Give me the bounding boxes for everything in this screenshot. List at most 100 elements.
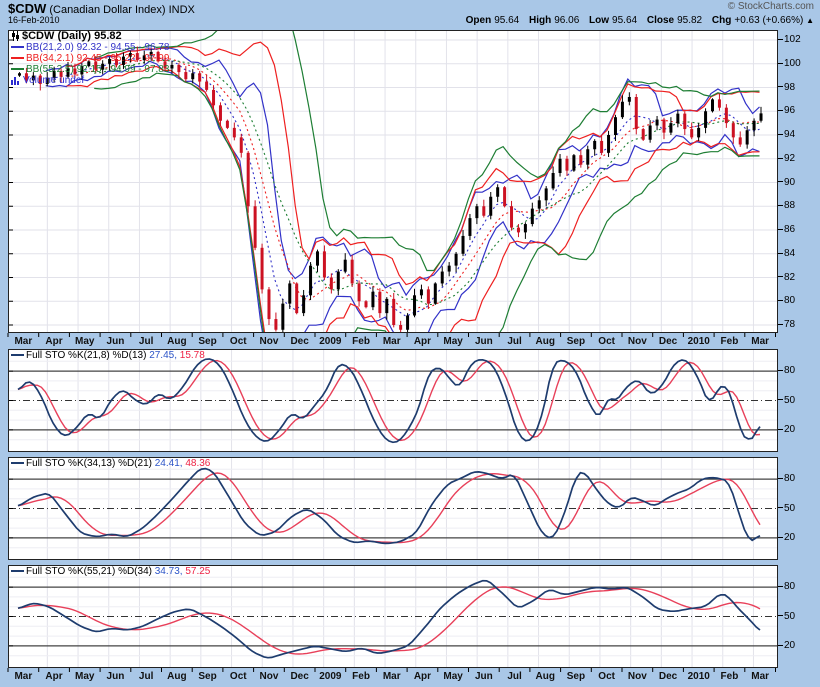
price-y-axis-label: 102 <box>778 34 801 45</box>
month-label: Aug <box>536 671 555 682</box>
candle-body <box>184 72 187 79</box>
candle-body <box>621 102 624 117</box>
candle-body <box>510 206 513 227</box>
open-value: 95.64 <box>494 15 519 26</box>
month-label: Aug <box>536 336 555 347</box>
bb34-legend-text: BB(34,2.1) 92.45 - 95.22 - 97.99 <box>26 53 169 64</box>
candle-body <box>427 289 430 303</box>
candle-body <box>219 105 222 120</box>
stoch-y-axis-label: 50 <box>778 395 795 406</box>
candlestick-icon <box>11 31 20 41</box>
month-label: Feb <box>352 336 370 347</box>
candle-body <box>746 130 749 144</box>
month-label: Aug <box>167 336 186 347</box>
candle-body <box>711 99 714 111</box>
candle-body <box>233 128 236 138</box>
candle-body <box>323 251 326 277</box>
stoch-34-13-svg <box>8 457 778 560</box>
stoch-21-8-title: Full STO %K(21,8) %D(13) <box>26 350 146 361</box>
candle-body <box>316 251 319 265</box>
month-label: Mar <box>383 671 401 682</box>
candle-body <box>559 159 562 173</box>
month-label: Mar <box>14 671 32 682</box>
candle-body <box>420 289 423 295</box>
price-y-axis-label: 98 <box>778 82 795 93</box>
candle-body <box>642 129 645 140</box>
price-y-axis-label: 88 <box>778 200 795 211</box>
candle-body <box>351 260 354 284</box>
bb55-line-swatch <box>11 68 24 70</box>
candle-body <box>607 135 610 153</box>
candle-body <box>240 137 243 152</box>
candle-body <box>489 197 492 216</box>
candle-body <box>503 187 506 206</box>
stoch-55-21-legend: Full STO %K(55,21) %D(34) 34.73, 57.25 <box>11 566 210 577</box>
month-label: Mar <box>751 336 769 347</box>
candle-body <box>302 295 305 313</box>
candle-body <box>247 153 250 206</box>
month-label: Mar <box>383 336 401 347</box>
month-label: Feb <box>352 671 370 682</box>
candle-body <box>274 319 277 330</box>
month-label: Mar <box>14 336 32 347</box>
month-label: Oct <box>230 336 247 347</box>
stoch-y-axis-label: 80 <box>778 365 795 376</box>
price-y-axis-label: 84 <box>778 248 795 259</box>
month-label: Jun <box>475 671 493 682</box>
stoch-y-axis-label: 50 <box>778 611 795 622</box>
stoch-55-21-d-value: 57.25 <box>185 566 210 577</box>
bb34-line-swatch <box>11 57 24 59</box>
candle-body <box>330 278 333 290</box>
candle-body <box>579 155 582 165</box>
header-quote-row: 16-Feb-2010 Open95.64 High96.06 Low95.64… <box>8 15 814 27</box>
bb21-legend-text: BB(21,2.0) 92.32 - 94.55 - 96.78 <box>26 42 169 53</box>
candle-body <box>198 73 201 81</box>
candle-body <box>226 121 229 128</box>
candle-body <box>309 266 312 296</box>
candle-body <box>697 128 700 138</box>
candle-body <box>718 99 721 107</box>
low-value: 95.64 <box>612 15 637 26</box>
low-label: Low <box>589 15 609 26</box>
stoch-55-21-panel: Full STO %K(55,21) %D(34) 34.73, 57.25 <box>8 565 778 668</box>
candle-body <box>676 114 679 124</box>
candle-body <box>545 188 548 200</box>
price-y-axis-label: 94 <box>778 129 795 140</box>
candle-body <box>760 113 763 120</box>
stoch-21-8-svg <box>8 349 778 452</box>
month-label: Apr <box>414 671 431 682</box>
candle-body <box>288 283 291 303</box>
candle-body <box>254 206 257 248</box>
candle-body <box>392 299 395 325</box>
chart-date: 16-Feb-2010 <box>8 15 60 25</box>
month-label: Sep <box>198 671 216 682</box>
stoch-k-line-swatch <box>11 462 24 464</box>
candle-body <box>593 141 596 149</box>
stoch-55-21-title: Full STO %K(55,21) %D(34) <box>26 566 152 577</box>
candle-body <box>572 155 575 170</box>
candle-body <box>628 97 631 102</box>
change-label: Chg <box>712 15 731 26</box>
candle-body <box>205 82 208 90</box>
candle-body <box>191 73 194 79</box>
month-label: May <box>75 336 94 347</box>
stoch-55-21-k-value: 34.73, <box>155 566 183 577</box>
month-label: Jul <box>139 671 153 682</box>
ohlc-quote: Open95.64 High96.06 Low95.64 Close95.82 … <box>459 15 814 26</box>
candle-body <box>261 248 264 290</box>
candle-body <box>281 304 284 330</box>
month-label: Aug <box>167 671 186 682</box>
stoch-21-8-panel: Full STO %K(21,8) %D(13) 27.45, 15.78 <box>8 349 778 452</box>
year-label: 2010 <box>688 336 710 347</box>
year-label: 2009 <box>319 336 341 347</box>
stoch-21-8-legend: Full STO %K(21,8) %D(13) 27.45, 15.78 <box>11 350 205 361</box>
candle-body <box>656 120 659 126</box>
candle-body <box>704 111 707 128</box>
month-label: May <box>443 336 462 347</box>
stoch-34-13-d-value: 48.36 <box>185 458 210 469</box>
stoch-34-13-title: Full STO %K(34,13) %D(21) <box>26 458 152 469</box>
candle-body <box>586 149 589 164</box>
candle-body <box>468 218 471 236</box>
month-label: Jun <box>107 336 125 347</box>
candle-body <box>434 283 437 303</box>
